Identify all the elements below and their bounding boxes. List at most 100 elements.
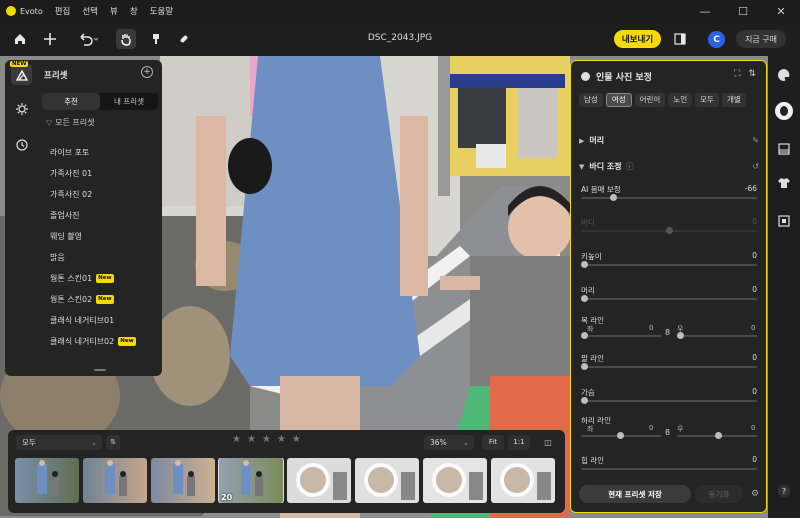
- slider-track[interactable]: [581, 197, 757, 199]
- portrait-retouch-panel: 인물 사진 보정 ⛶ ⇅ 남성 여성 어린이 노인 모두 개별 ▶ 머리 ✎ ▼ 바디 조…: [570, 60, 767, 513]
- reset-icon[interactable]: ↺: [752, 162, 759, 171]
- section-head[interactable]: ▶ 머리 ✎: [579, 135, 759, 146]
- clothing-tool-icon[interactable]: [775, 174, 793, 192]
- slider-value: 0: [752, 217, 757, 226]
- preset-item[interactable]: 라이브 포토: [38, 142, 162, 163]
- panel-toggle-icon[interactable]: [670, 29, 690, 49]
- help-icon[interactable]: ?: [775, 482, 793, 500]
- thumbnail[interactable]: [355, 458, 419, 503]
- star-icon[interactable]: ★: [292, 434, 301, 445]
- swap-icon[interactable]: ⇅: [748, 69, 756, 79]
- preset-item[interactable]: 클래식 네거티브01: [38, 310, 162, 331]
- slider-thumb[interactable]: [581, 261, 588, 268]
- star-icon[interactable]: ★: [262, 434, 271, 445]
- subject-chip[interactable]: 개별: [721, 93, 746, 107]
- panel-grip[interactable]: [94, 369, 106, 371]
- menu-window[interactable]: 창: [130, 5, 138, 17]
- background-tool-icon[interactable]: [775, 140, 793, 158]
- neck-right-track[interactable]: [677, 335, 757, 337]
- preset-filter[interactable]: ▽ 모든 프리셋: [46, 117, 95, 128]
- bandage-tool-icon[interactable]: [174, 29, 194, 49]
- add-preset-icon[interactable]: +: [141, 66, 153, 78]
- stamp-tool-icon[interactable]: [146, 29, 166, 49]
- hand-tool-icon[interactable]: [116, 29, 136, 49]
- compare-view-icon[interactable]: ◫: [540, 435, 556, 450]
- history-icon[interactable]: [11, 134, 32, 155]
- palette-icon[interactable]: [775, 66, 793, 84]
- undo-icon[interactable]: [76, 29, 102, 49]
- home-icon[interactable]: [10, 29, 30, 49]
- slider-thumb[interactable]: [581, 363, 588, 370]
- sort-button[interactable]: ⇅: [106, 435, 120, 450]
- star-icon[interactable]: ★: [247, 434, 256, 445]
- portrait-tool-icon[interactable]: [775, 102, 793, 120]
- fullscreen-icon[interactable]: ⛶: [734, 69, 740, 79]
- star-icon[interactable]: ★: [232, 434, 241, 445]
- save-preset-button[interactable]: 현재 프리셋 저장: [579, 485, 691, 503]
- crop-tool-icon[interactable]: [775, 212, 793, 230]
- star-icon[interactable]: ★: [277, 434, 286, 445]
- minimize-button[interactable]: —: [686, 0, 724, 22]
- subject-chip[interactable]: 노인: [668, 93, 693, 107]
- preset-item[interactable]: 졸업사진: [38, 205, 162, 226]
- sync-button[interactable]: 동기화: [695, 485, 743, 503]
- preset-item[interactable]: 웜톤 스킨01 New: [38, 268, 162, 289]
- adjust-gear-icon[interactable]: [11, 98, 32, 119]
- subject-chip[interactable]: 여성: [605, 93, 632, 107]
- thumbnail[interactable]: [15, 458, 79, 503]
- menu-edit[interactable]: 편집: [55, 5, 71, 17]
- export-button[interactable]: 내보내기: [614, 30, 661, 48]
- tab-recommended[interactable]: 추천: [42, 93, 100, 110]
- maximize-button[interactable]: ☐: [724, 0, 762, 22]
- preset-item[interactable]: 클래식 네거티브02 New: [38, 331, 162, 352]
- hip-line-track[interactable]: [581, 468, 757, 470]
- thumbnail[interactable]: [287, 458, 351, 503]
- menu-select[interactable]: 선택: [82, 5, 98, 17]
- slider-track[interactable]: [581, 298, 757, 300]
- preset-item[interactable]: 웨딩 촬영: [38, 226, 162, 247]
- thumbnail[interactable]: 20: [218, 458, 284, 503]
- thumbnail[interactable]: [83, 458, 147, 503]
- tab-my-presets[interactable]: 내 프리셋: [100, 93, 158, 110]
- presets-icon[interactable]: [11, 64, 32, 85]
- slider-thumb[interactable]: [610, 194, 617, 201]
- preset-list: 라이브 포토 가족사진 01 가족사진 02 졸업사진 웨딩 촬영 밝음 웜톤 스킨01 Ne…: [38, 142, 162, 352]
- link-icon[interactable]: 8: [665, 328, 670, 337]
- menu-help[interactable]: 도움말: [150, 5, 173, 17]
- slider-thumb[interactable]: [666, 227, 673, 234]
- thumbnail[interactable]: [491, 458, 555, 503]
- menu-view[interactable]: 뷰: [110, 5, 118, 17]
- slider-thumb[interactable]: [581, 295, 588, 302]
- subject-chip[interactable]: 어린이: [634, 93, 666, 107]
- buy-now-button[interactable]: 지금 구매: [736, 30, 786, 48]
- link-icon[interactable]: 8: [665, 428, 670, 437]
- avatar[interactable]: C: [708, 31, 725, 48]
- preset-item[interactable]: 가족사진 01: [38, 163, 162, 184]
- filter-dropdown[interactable]: 모두 ⌄: [16, 435, 102, 450]
- preset-item[interactable]: 웜톤 스킨02 New: [38, 289, 162, 310]
- close-button[interactable]: ✕: [762, 0, 800, 22]
- settings-icon[interactable]: ⚙: [747, 485, 763, 503]
- waist-left-thumb[interactable]: [617, 432, 624, 439]
- neck-right-thumb[interactable]: [677, 332, 684, 339]
- slider-thumb[interactable]: [581, 397, 588, 404]
- neck-left-thumb[interactable]: [581, 332, 588, 339]
- slider-track[interactable]: [581, 400, 757, 402]
- thumbnail[interactable]: [151, 458, 215, 503]
- waist-right-thumb[interactable]: [715, 432, 722, 439]
- slider-track[interactable]: [581, 366, 757, 368]
- preset-item[interactable]: 가족사진 02: [38, 184, 162, 205]
- add-icon[interactable]: [40, 29, 60, 49]
- neck-left-track[interactable]: [581, 335, 661, 337]
- fit-button[interactable]: Fit: [482, 435, 504, 450]
- panel-header-icons: ⛶ ⇅: [734, 69, 756, 79]
- slider-track[interactable]: [581, 264, 757, 266]
- slider-value: 0: [752, 251, 757, 260]
- preset-item[interactable]: 밝음: [38, 247, 162, 268]
- section-body[interactable]: ▼ 바디 조정 ⓘ ↺: [579, 161, 759, 172]
- zoom-dropdown[interactable]: 36% ⌄: [424, 435, 474, 450]
- subject-chip[interactable]: 모두: [695, 93, 719, 107]
- one-to-one-button[interactable]: 1:1: [508, 435, 530, 450]
- thumbnail[interactable]: [423, 458, 487, 503]
- subject-chip[interactable]: 남성: [579, 93, 603, 107]
